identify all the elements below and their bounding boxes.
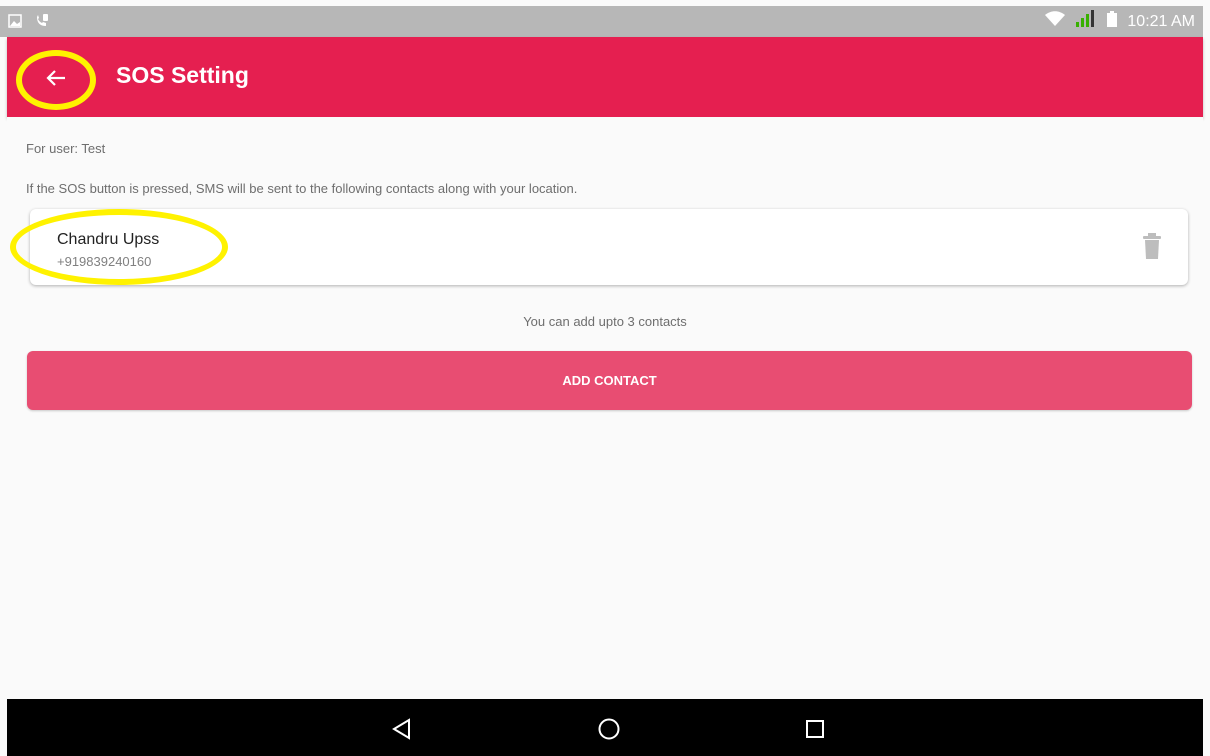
status-left [8,13,50,34]
limit-text: You can add upto 3 contacts [523,314,687,329]
delete-contact-button[interactable] [1142,231,1162,261]
contact-name: Chandru Upss [57,231,160,248]
recents-square-icon [803,720,827,745]
status-right: 10:21 AM [1045,6,1195,37]
app-bar: SOS Setting [7,37,1203,117]
highlight-ring [16,50,96,110]
nav-home-button[interactable] [597,717,621,741]
contact-card[interactable]: Chandru Upss +919839240160 [10,209,1188,285]
status-bar: 10:21 AM [0,6,1203,37]
nav-bar [7,699,1203,756]
call-notification-icon [34,13,50,34]
image-icon [8,14,22,33]
content: For user: Test If the SOS button is pres… [7,117,1203,699]
nav-back-button[interactable] [390,717,414,741]
status-time: 10:21 AM [1127,12,1195,30]
page-title: SOS Setting [116,62,249,88]
info-text: If the SOS button is pressed, SMS will b… [26,181,578,196]
wifi-icon [1045,11,1066,32]
home-circle-icon [597,718,621,745]
add-contact-button[interactable]: ADD CONTACT [27,351,1192,410]
screen: 10:21 AM SOS Setting For user: Test If t… [0,0,1210,756]
back-triangle-icon [390,718,414,745]
nav-recents-button[interactable] [803,717,827,741]
signal-icon [1075,10,1097,33]
back-button[interactable] [13,47,99,113]
battery-icon [1107,11,1118,32]
user-label: For user: Test [26,141,106,156]
trash-icon [1142,233,1162,265]
contact-phone: +919839240160 [57,254,152,269]
